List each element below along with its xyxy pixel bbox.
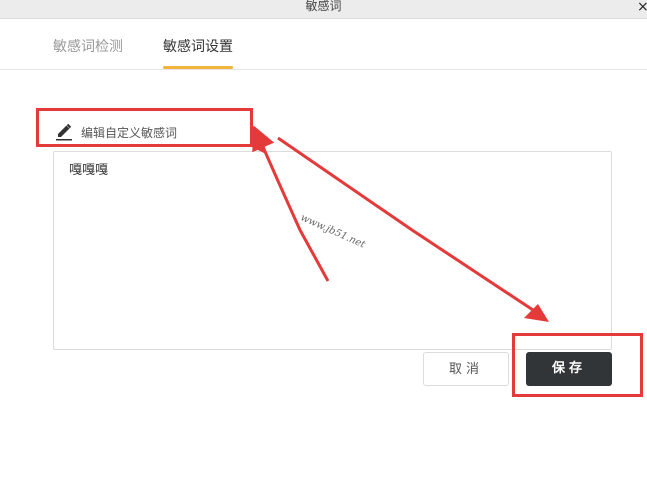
annotation-arrows — [250, 124, 549, 322]
arrow-to-edit-label — [252, 125, 330, 282]
arrow-to-save-button — [277, 136, 537, 314]
